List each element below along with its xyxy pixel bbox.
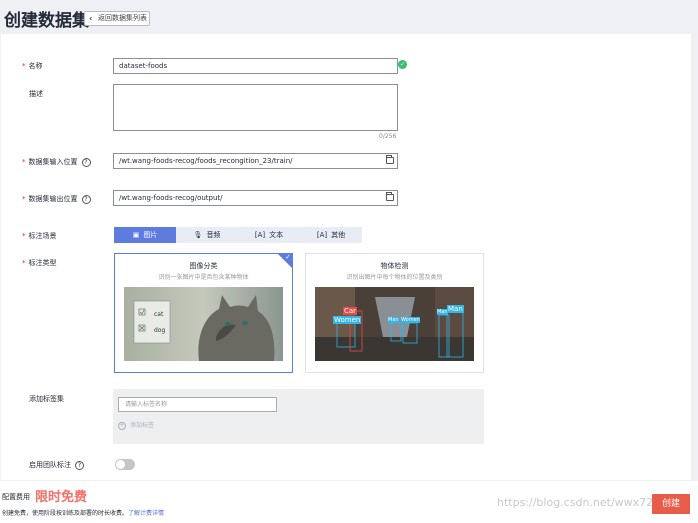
back-label: 返回数据集列表 (98, 14, 147, 22)
card-desc: 识别一张图片中是否包含某种物体 (158, 274, 249, 281)
description-textarea[interactable] (113, 84, 398, 131)
tab-label: 图片 (143, 231, 158, 239)
help-icon[interactable]: ? (81, 157, 91, 167)
tab-image[interactable]: ▣ 图片 (114, 227, 176, 243)
card-title: 图像分类 (189, 262, 218, 270)
other-icon: [A] (316, 231, 328, 239)
output-path-field[interactable]: /wt.wang-foods-recog/output/ (113, 190, 398, 206)
output-path-label: * 数据集输出位置? (22, 193, 91, 205)
folder-icon[interactable] (386, 192, 394, 201)
card-object-detection[interactable]: 物体检测 识别出图片中每个物体的位置及类别 Car Women Man Wome… (305, 253, 484, 373)
billing-link[interactable]: 了解计费详情 (128, 510, 164, 517)
check-icon: ✓ (285, 253, 291, 261)
type-label-text: 标注类型 (28, 259, 57, 267)
cost-desc-text: 创建免费，使用阶段按训练及部署的时长收费。 (2, 510, 129, 517)
cost-desc: 创建免费，使用阶段按训练及部署的时长收费。了解计费详情 (2, 508, 164, 517)
mic-icon: 🎙 (193, 231, 203, 239)
team-label-text: 启用团队标注 (29, 461, 71, 469)
back-to-list-button[interactable]: ‹ 返回数据集列表 (84, 11, 150, 26)
labelset-box: 请输入标签名称 + 添加标签 (113, 389, 484, 444)
tab-label: 文本 (269, 231, 284, 239)
name-label: * 名称 (22, 60, 43, 72)
type-label: * 标注类型 (22, 257, 57, 269)
tab-label: 其他 (331, 231, 346, 239)
scene-label: * 标注场景 (22, 230, 57, 242)
tab-label: 音频 (206, 231, 221, 239)
box-label-man-2: Man (437, 309, 448, 315)
box-label-man: Man (388, 317, 399, 323)
required-mark: * (22, 259, 26, 267)
output-path-value: /wt.wang-foods-recog/output/ (119, 194, 223, 202)
card-desc: 识别出图片中每个物体的位置及类别 (346, 274, 443, 281)
valid-check-icon: ✓ (398, 60, 407, 69)
add-label-text: 添加标签 (130, 422, 155, 429)
card-image-classification[interactable]: 图像分类 识别一张图片中是否包含某种物体 cat dog ✓ (114, 253, 293, 373)
card-title: 物体检测 (380, 262, 409, 270)
chevron-left-icon: ‹ (89, 14, 93, 23)
create-dataset-page: 创建数据集 ‹ 返回数据集列表 * 名称 dataset-foods ✓ 描述 0/… (0, 0, 698, 523)
image-icon: ▣ (132, 231, 140, 239)
help-icon[interactable]: ? (75, 460, 84, 470)
labelset-label: 添加标签集 (29, 395, 64, 403)
cost-label: 配置费用 (2, 493, 30, 501)
create-button[interactable]: 创建 (652, 494, 690, 514)
box-label-women: Women (333, 316, 362, 324)
plus-icon: + (118, 422, 126, 430)
required-mark: * (22, 62, 26, 70)
input-path-label: * 数据集输入位置? (22, 156, 91, 168)
free-promo: 限时免费 (35, 490, 88, 505)
name-label-text: 名称 (28, 62, 43, 70)
tab-other[interactable]: [A] 其他 (300, 227, 362, 243)
output-path-label-text: 数据集输出位置 (28, 195, 78, 203)
tag-dog: dog (154, 327, 166, 334)
tag-cat: cat (154, 311, 164, 318)
label-name-input[interactable]: 请输入标签名称 (118, 397, 277, 412)
cat-image: cat dog (124, 287, 283, 361)
tab-audio[interactable]: 🎙 音频 (176, 227, 238, 243)
description-counter: 0/256 (379, 133, 397, 140)
page-title: 创建数据集 (4, 11, 89, 31)
add-label-button[interactable]: + 添加标签 (118, 420, 154, 430)
box-label-car: Car (343, 307, 358, 315)
required-mark: * (22, 158, 26, 166)
street-image: Car Women Man Women Man Man (315, 287, 474, 361)
watermark: https://blog.csdn.net/wwx72 (497, 496, 654, 509)
required-mark: * (22, 232, 26, 240)
tab-text[interactable]: [A] 文本 (238, 227, 300, 243)
scrollbar[interactable] (692, 34, 698, 480)
folder-icon[interactable] (386, 155, 394, 164)
required-mark: * (22, 195, 26, 203)
team-toggle[interactable] (115, 459, 135, 470)
box-label-man-3: Man (447, 305, 464, 313)
text-icon: [A] (254, 231, 266, 239)
description-label: 描述 (29, 90, 43, 98)
team-label: 启用团队标注? (29, 459, 84, 471)
name-value: dataset-foods (119, 62, 168, 70)
input-path-value: /wt.wang-foods-recog/foods_recongition_2… (119, 157, 293, 165)
input-path-field[interactable]: /wt.wang-foods-recog/foods_recongition_2… (113, 153, 398, 169)
input-path-label-text: 数据集输入位置 (28, 158, 78, 166)
help-icon[interactable]: ? (81, 194, 91, 204)
box-label-women-2: Women (401, 317, 420, 323)
scene-label-text: 标注场景 (28, 232, 57, 240)
name-field[interactable]: dataset-foods (113, 58, 398, 74)
